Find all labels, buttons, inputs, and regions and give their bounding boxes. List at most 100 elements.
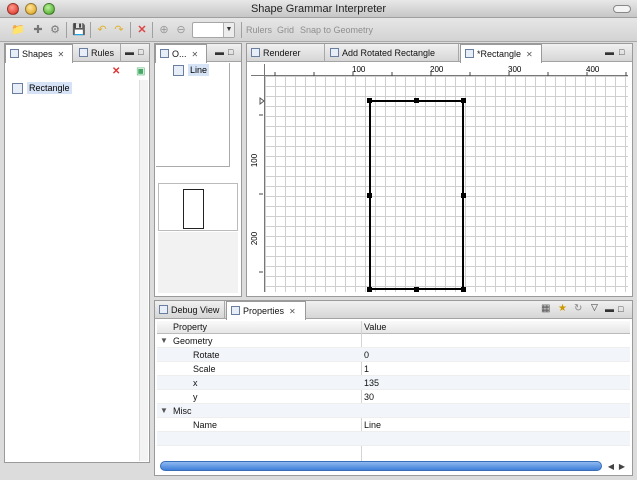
- filter-advanced-icon[interactable]: ★: [558, 304, 567, 314]
- minimize-icon[interactable]: ▬: [125, 48, 134, 57]
- resize-handle[interactable]: [461, 193, 466, 198]
- expand-triangle-icon[interactable]: ▼: [160, 406, 168, 415]
- ruler-label: 100: [352, 65, 366, 74]
- tab-add-rotated-rectangle[interactable]: Add Rotated Rectangle: [326, 44, 459, 62]
- save-icon[interactable]: 💾: [72, 23, 86, 37]
- zoom-out-icon[interactable]: ⊖: [174, 23, 188, 37]
- debug-view-tab-icon: [159, 305, 168, 314]
- ruler-label: 200: [250, 231, 260, 246]
- ruler-corner: [251, 64, 265, 76]
- rule-tab-icon: [330, 48, 339, 57]
- table-header: Property Value: [157, 321, 630, 334]
- shapes-view: Shapes ✕ Rules ▬ □ ✕ ▣ Rectangle: [4, 43, 150, 463]
- resize-handle[interactable]: [367, 98, 372, 103]
- shapes-tabstrip: Shapes ✕ Rules ▬ □: [5, 44, 149, 63]
- new-wizard-icon[interactable]: ⚙: [48, 23, 62, 37]
- zoom-in-icon[interactable]: ⊕: [157, 23, 171, 37]
- table-row: [157, 432, 630, 446]
- shapes-tab-icon: [10, 49, 19, 58]
- scroll-right-icon[interactable]: ▶: [619, 462, 625, 471]
- vertical-ruler-ticks: [259, 97, 265, 273]
- table-row[interactable]: y 30: [157, 390, 630, 404]
- maximize-icon[interactable]: □: [138, 48, 143, 57]
- tab-rectangle[interactable]: *Rectangle ✕: [460, 44, 542, 63]
- toolbar-toggle-button[interactable]: [613, 5, 631, 13]
- tab-renderer[interactable]: Renderer: [247, 44, 325, 62]
- rules-tab-icon: [79, 48, 88, 57]
- rulers-toggle[interactable]: Rulers: [246, 25, 272, 35]
- main-toolbar: 📁 ✚ ⚙ 💾 ↶ ↷ ✕ ⊕ ⊖ ▼ Rulers Grid Snap to …: [0, 18, 637, 42]
- outline-thumbnail-area: [158, 232, 238, 293]
- view-menu-icon[interactable]: ▽: [591, 303, 598, 312]
- redo-icon[interactable]: ↷: [112, 23, 126, 37]
- thumbnail-rectangle: [183, 189, 204, 229]
- tab-properties[interactable]: Properties ✕: [226, 301, 306, 320]
- tab-shapes[interactable]: Shapes ✕: [5, 44, 73, 63]
- selected-rectangle-shape[interactable]: [369, 100, 464, 290]
- maximize-icon[interactable]: □: [618, 305, 623, 314]
- minimize-icon[interactable]: ▬: [605, 48, 614, 57]
- editor-tabstrip: Renderer Add Rotated Rectangle *Rectangl…: [247, 44, 632, 63]
- shape-icon: [12, 83, 23, 94]
- column-header-value[interactable]: Value: [364, 322, 386, 332]
- grid-toggle[interactable]: Grid: [277, 25, 294, 35]
- table-row[interactable]: Rotate 0: [157, 348, 630, 362]
- bottom-tabstrip: Debug View Properties ✕ ▦ ★ ↻ ▽ ▬ □: [155, 301, 632, 320]
- resize-handle[interactable]: [367, 193, 372, 198]
- maximize-icon[interactable]: □: [619, 48, 624, 57]
- scroll-left-icon[interactable]: ◀: [608, 462, 614, 471]
- close-icon[interactable]: ✕: [289, 307, 296, 316]
- table-row[interactable]: ▼ Geometry: [157, 334, 630, 348]
- ruler-label: 200: [430, 65, 444, 74]
- restore-default-icon[interactable]: ↻: [574, 304, 582, 314]
- window-title: Shape Grammar Interpreter: [250, 3, 387, 15]
- outline-tab-icon: [160, 49, 169, 58]
- ruler-label: 400: [586, 65, 600, 74]
- open-folder-icon[interactable]: 📁: [11, 23, 25, 37]
- delete-icon[interactable]: ✕: [135, 23, 149, 37]
- horizontal-scrollbar[interactable]: [160, 461, 602, 471]
- tab-rules[interactable]: Rules: [75, 44, 121, 62]
- resize-handle[interactable]: [461, 287, 466, 292]
- scrollbar[interactable]: [139, 80, 148, 461]
- shape-tab-icon: [465, 49, 474, 58]
- zoom-select[interactable]: ▼: [192, 22, 235, 38]
- table-row[interactable]: Scale 1: [157, 362, 630, 376]
- title-bar: Shape Grammar Interpreter: [0, 0, 637, 18]
- properties-tab-icon: [231, 306, 240, 315]
- remove-shape-icon[interactable]: ✕: [112, 66, 120, 77]
- table-row[interactable]: x 135: [157, 376, 630, 390]
- resize-handle[interactable]: [461, 98, 466, 103]
- outline-tree: Line: [156, 63, 230, 167]
- show-categories-icon[interactable]: ▦: [541, 304, 550, 314]
- drawing-canvas[interactable]: [265, 76, 628, 292]
- resize-handle[interactable]: [414, 287, 419, 292]
- tab-outline[interactable]: O... ✕: [155, 44, 207, 63]
- new-file-icon[interactable]: ✚: [31, 23, 45, 37]
- column-header-property[interactable]: Property: [173, 322, 207, 332]
- shapes-tree: Rectangle: [6, 80, 148, 461]
- expand-triangle-icon[interactable]: ▼: [160, 336, 168, 345]
- chevron-down-icon: ▼: [223, 23, 234, 37]
- horizontal-ruler: 100 200 300 400: [265, 64, 628, 76]
- table-row[interactable]: Name Line: [157, 418, 630, 432]
- editor-view: Renderer Add Rotated Rectangle *Rectangl…: [246, 43, 633, 297]
- tab-debug-view[interactable]: Debug View: [155, 301, 225, 319]
- undo-icon[interactable]: ↶: [95, 23, 109, 37]
- renderer-tab-icon: [251, 48, 260, 57]
- minimize-icon[interactable]: ▬: [605, 305, 614, 314]
- table-row[interactable]: ▼ Misc: [157, 404, 630, 418]
- resize-handle[interactable]: [414, 98, 419, 103]
- ruler-label: 100: [250, 153, 260, 168]
- close-icon[interactable]: ✕: [58, 50, 65, 59]
- add-shape-icon[interactable]: ▣: [136, 66, 145, 77]
- close-icon[interactable]: ✕: [526, 50, 533, 59]
- snap-to-geometry-toggle[interactable]: Snap to Geometry: [300, 25, 373, 35]
- minimize-icon[interactable]: ▬: [215, 48, 224, 57]
- resize-handle[interactable]: [367, 287, 372, 292]
- close-icon[interactable]: ✕: [192, 50, 199, 59]
- ruler-label: 300: [508, 65, 522, 74]
- maximize-icon[interactable]: □: [228, 48, 233, 57]
- outline-tabstrip: O... ✕ ▬ □: [155, 44, 241, 63]
- outline-thumbnail[interactable]: [158, 183, 238, 231]
